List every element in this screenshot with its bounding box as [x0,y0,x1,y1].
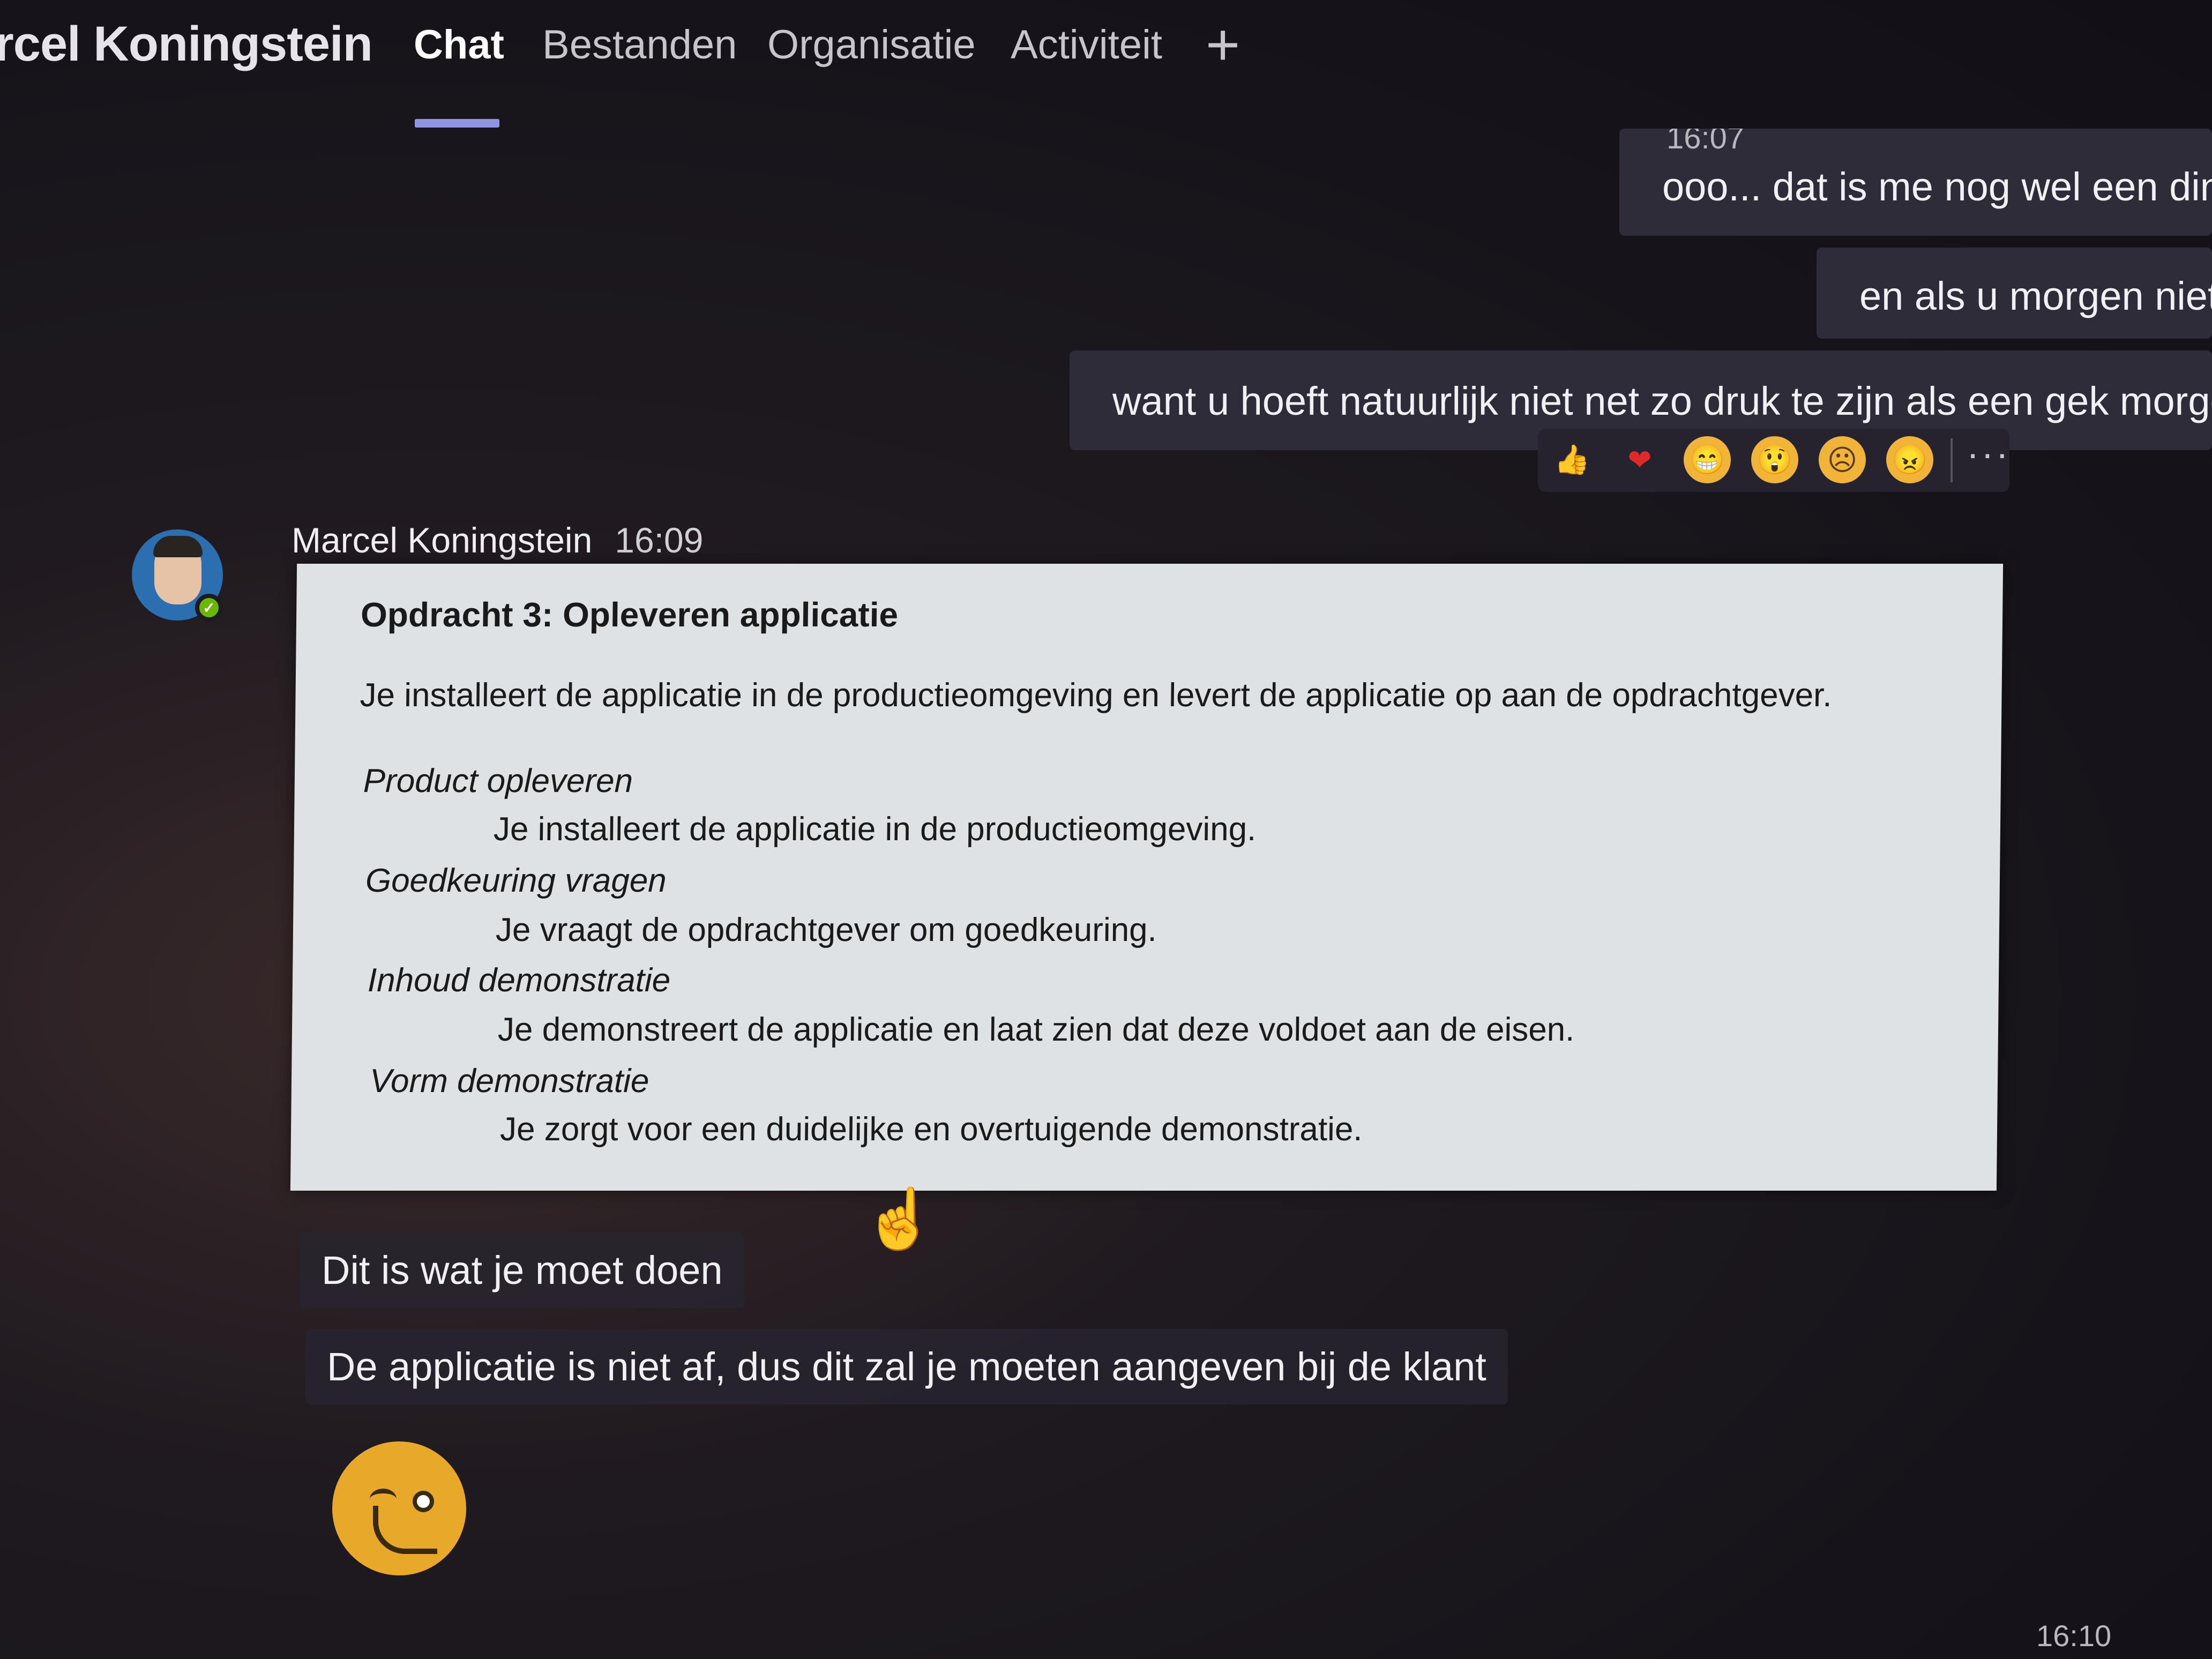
doc-intro: Je installeert de applicatie in de produ… [360,677,1832,714]
tab-bestanden[interactable]: Bestanden [542,21,737,68]
more-options-icon[interactable]: ··· [1967,432,2011,475]
sad-icon[interactable]: ☹ [1819,436,1866,483]
message-time: 16:09 [615,520,704,560]
tab-chat[interactable]: Chat [414,21,504,68]
chat-title: rcel Koningstein [0,17,373,71]
doc-text: Je vraagt de opdrachtgever om goedkeurin… [495,911,1157,948]
doc-text: Je demonstreert de applicatie en laat zi… [497,1011,1575,1048]
thumbs-up-icon[interactable]: 👍 [1549,436,1596,483]
tab-activiteit[interactable]: Activiteit [1011,21,1162,68]
doc-text: Je installeert de applicatie in de produ… [493,811,1257,848]
sent-message[interactable]: en als u morgen niet [1817,248,2212,339]
doc-label: Goedkeuring vragen [365,862,667,899]
sender-name: Marcel Koningstein [292,520,593,560]
active-tab-indicator [415,119,499,128]
message-text: ooo... dat is me nog wel een ding [1662,165,2212,209]
doc-label: Product opleveren [363,763,633,799]
message-time: 16:10 [2036,1619,2112,1653]
doc-text: Je zorgt voor een duidelijke en overtuig… [499,1111,1363,1148]
incoming-message[interactable]: De applicatie is niet af, dus dit zal je… [305,1329,1508,1404]
avatar-hair [153,536,203,557]
add-tab-button[interactable]: + [1206,11,1240,79]
message-text: want u hoeft natuurlijk niet net zo druk… [1112,379,2212,423]
tab-organisatie[interactable]: Organisatie [767,21,976,68]
doc-label: Vorm demonstratie [369,1063,649,1100]
message-time: 16:07 [1667,129,1745,155]
incoming-message[interactable]: Dit is wat je moet doen [300,1232,744,1308]
angry-icon[interactable]: 😠 [1886,436,1933,483]
status-available-icon: ✓ [195,594,223,622]
hand-cursor-icon: ☝ [863,1186,936,1252]
laugh-icon[interactable]: 😁 [1684,436,1731,483]
emoji-mouth [373,1506,437,1554]
reaction-bar: 👍 ❤ 😁 😲 ☹ 😠 ··· [1538,429,2009,492]
surprised-icon[interactable]: 😲 [1751,436,1798,483]
image-attachment[interactable]: Opdracht 3: Opleveren applicatie Je inst… [290,564,2004,1191]
sent-message[interactable]: 16:07 ooo... dat is me nog wel een ding [1619,129,2212,236]
doc-label: Inhoud demonstratie [367,962,671,999]
reaction-separator [1951,438,1953,482]
chat-header: rcel Koningstein Chat Bestanden Organisa… [0,0,2212,129]
message-header: Marcel Koningstein 16:09 [292,520,703,561]
doc-heading: Opdracht 3: Opleveren applicatie [360,595,899,634]
wink-emoji-icon[interactable] [332,1441,466,1575]
heart-icon[interactable]: ❤ [1616,436,1663,483]
message-text: en als u morgen niet [1859,274,2212,318]
